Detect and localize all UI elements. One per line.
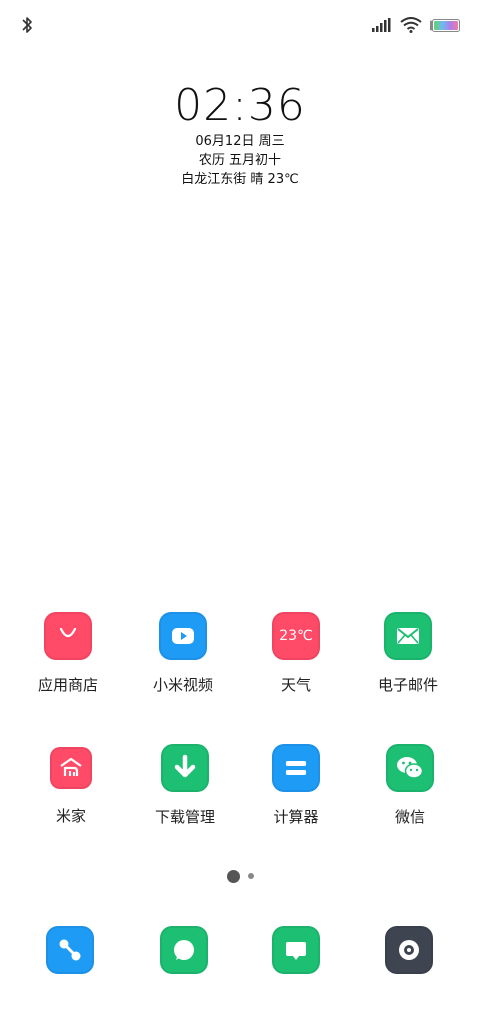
phone-dialer-icon <box>46 926 94 974</box>
calculator-icon <box>272 744 320 792</box>
weather-temperature-icon: 23℃ <box>272 612 320 660</box>
mail-icon <box>384 612 432 660</box>
page-dot <box>247 873 254 879</box>
page-indicator[interactable] <box>0 868 480 884</box>
messages-icon <box>160 926 208 974</box>
app-row: 米家 下载管理 计算器 微信 <box>0 744 480 876</box>
app-label: 米家 <box>55 807 86 825</box>
clock-date: 06月12日 周三 <box>195 134 285 149</box>
app-app-store[interactable]: 应用商店 <box>13 612 123 694</box>
dock-chat[interactable] <box>241 926 351 974</box>
dock-camera[interactable] <box>354 926 464 974</box>
play-icon <box>159 612 207 660</box>
app-label: 下载管理 <box>154 808 215 826</box>
camera-icon <box>385 926 433 974</box>
app-label: 计算器 <box>273 808 319 826</box>
app-mi-video[interactable]: 小米视频 <box>128 612 238 694</box>
app-email[interactable]: 电子邮件 <box>353 612 463 694</box>
clock-lunar-date: 农历 五月初十 <box>198 153 282 168</box>
shopping-bag-icon <box>44 612 92 660</box>
battery-icon <box>430 18 460 32</box>
clock-widget[interactable]: 02:36 06月12日 周三 农历 五月初十 白龙江东街 晴 23℃ <box>0 80 480 189</box>
status-bar <box>0 0 480 50</box>
wifi-icon <box>400 17 422 33</box>
dock-messages[interactable] <box>129 926 239 974</box>
chat-bubble-icon <box>272 926 320 974</box>
app-label: 天气 <box>280 676 311 694</box>
app-label: 微信 <box>394 808 425 826</box>
app-wechat[interactable]: 微信 <box>355 744 465 826</box>
download-icon <box>161 744 209 792</box>
app-mijia[interactable]: 米家 <box>16 747 126 825</box>
app-download-manager[interactable]: 下载管理 <box>130 744 240 826</box>
bluetooth-icon <box>22 17 32 33</box>
app-calculator[interactable]: 计算器 <box>241 744 351 826</box>
app-label: 电子邮件 <box>377 676 438 694</box>
clock-weather: 白龙江东街 晴 23℃ <box>181 172 299 187</box>
app-row: 应用商店 小米视频 23℃ 天气 电子邮件 <box>0 612 480 744</box>
cellular-signal-icon <box>372 18 391 32</box>
page-dot-active <box>226 869 240 883</box>
status-icons <box>372 17 460 33</box>
wechat-icon <box>386 744 434 792</box>
app-weather[interactable]: 23℃ 天气 <box>241 612 351 694</box>
clock-time: 02:36 <box>174 80 306 131</box>
app-label: 小米视频 <box>152 676 213 694</box>
dock <box>0 926 480 974</box>
app-label: 应用商店 <box>37 676 98 694</box>
app-grid: 应用商店 小米视频 23℃ 天气 电子邮件 米家 下载管理 计算器 微信 <box>0 612 480 876</box>
mijia-home-icon <box>50 747 92 789</box>
weather-icon-temp: 23℃ <box>279 628 313 644</box>
dock-phone[interactable] <box>15 926 125 974</box>
